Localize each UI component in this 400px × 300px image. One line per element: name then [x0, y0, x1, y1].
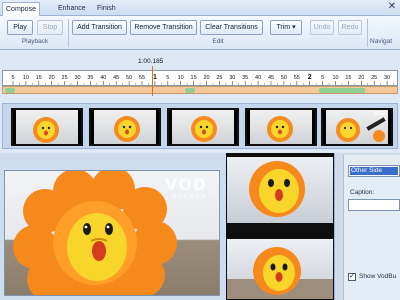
ruler-tick-label: 55: [294, 75, 300, 81]
watermark-burner: BURNER: [171, 193, 207, 201]
navigate-group-label: Navigat: [370, 38, 393, 45]
transition-preview-top[interactable]: [227, 157, 333, 223]
ruler-tick-label: 5: [11, 75, 14, 81]
tab-enhance[interactable]: Enhance: [55, 2, 89, 16]
watermark-vod: VOD: [165, 175, 207, 194]
ruler-tick-label: 10: [178, 75, 184, 81]
ruler-tick-label: 30: [384, 75, 390, 81]
clip-segment[interactable]: [185, 88, 195, 93]
ruler-tick-label: 10: [23, 75, 29, 81]
show-checkbox[interactable]: ✓: [348, 273, 356, 281]
side-select-value: Other Side: [350, 167, 398, 175]
ribbon-divider: [68, 19, 69, 47]
redo-button[interactable]: Redo: [338, 20, 362, 35]
stop-button[interactable]: Stop: [37, 20, 63, 35]
side-select[interactable]: Other Side: [348, 165, 400, 177]
playback-group-label: Playback: [21, 38, 49, 45]
tab-compose[interactable]: Compose: [2, 2, 40, 16]
current-time-label: 1:00.185: [138, 58, 164, 65]
show-checkbox-label: Show VodBu: [359, 273, 397, 280]
clip-track[interactable]: [2, 86, 398, 94]
ruler-tick-label: 40: [255, 75, 261, 81]
add-transition-button[interactable]: Add Transition: [72, 20, 127, 35]
ribbon: Play Stop Playback Add Transition Remove…: [0, 16, 400, 50]
ruler-tick-label: 15: [36, 75, 42, 81]
ruler-tick-label: 1: [153, 74, 157, 81]
undo-button[interactable]: Undo: [310, 20, 334, 35]
ruler-tick-label: 45: [268, 75, 274, 81]
playhead[interactable]: [152, 66, 153, 96]
ruler-tick-label: 30: [229, 75, 235, 81]
trim-label: Trim: [276, 24, 291, 31]
ruler-tick-label: 40: [100, 75, 106, 81]
ruler-tick-label: 50: [126, 75, 132, 81]
ruler-tick-label: 2: [308, 74, 312, 81]
ruler-tick-label: 20: [49, 75, 55, 81]
transition-previews: [226, 153, 334, 300]
clip-segment[interactable]: [5, 88, 15, 93]
ruler-tick-label: 25: [216, 75, 222, 81]
ruler-tick-label: 35: [87, 75, 93, 81]
ruler-ticks: 5 10 15 20 25 30 35 40 45 50 55 1 5 10 15 20 25 30 35 40 45 5…: [11, 74, 394, 85]
ruler-tick-label: 25: [62, 75, 68, 81]
clip-segment[interactable]: [319, 88, 365, 93]
ribbon-divider: [367, 19, 368, 47]
ruler-tick-label: 55: [139, 75, 145, 81]
ruler-tick-label: 20: [203, 75, 209, 81]
clip-thumbnail[interactable]: VOD: [321, 108, 393, 146]
ruler-tick-label: 10: [332, 75, 338, 81]
transition-preview-bottom[interactable]: [227, 239, 333, 299]
ribbon-tab-bar: Compose Enhance Finish ✕: [0, 0, 400, 16]
vod-badge: VOD: [374, 111, 385, 117]
clip-thumbnail[interactable]: [167, 108, 239, 146]
ruler-tick-label: 30: [74, 75, 80, 81]
remove-transition-button[interactable]: Remove Transition: [130, 20, 197, 35]
ruler-tick-label: 15: [345, 75, 351, 81]
main-video-preview[interactable]: VOD BURNER: [4, 170, 220, 296]
ruler-tick-label: 35: [242, 75, 248, 81]
clip-thumbnail[interactable]: [11, 108, 83, 146]
caption-label: Caption:: [350, 189, 375, 196]
chevron-down-icon: ▾: [292, 24, 296, 31]
play-button[interactable]: Play: [7, 20, 33, 35]
ruler-tick-label: 5: [166, 75, 169, 81]
ruler-tick-label: 20: [358, 75, 364, 81]
clip-thumbnail[interactable]: [245, 108, 317, 146]
edit-group-label: Edit: [212, 38, 224, 45]
clear-transitions-button[interactable]: Clear Transitions: [200, 20, 263, 35]
timeline-ruler[interactable]: 5 10 15 20 25 30 35 40 45 50 55 1 5 10 15 20 25 30 35 40 45 5…: [2, 70, 398, 86]
ruler-tick-label: 5: [321, 75, 324, 81]
ruler-tick-label: 45: [113, 75, 119, 81]
close-icon[interactable]: ✕: [386, 1, 398, 13]
trim-dropdown[interactable]: Trim ▾: [270, 20, 302, 35]
ruler-tick-label: 15: [191, 75, 197, 81]
thumbnail-strip: VOD: [2, 103, 398, 149]
tab-finish[interactable]: Finish: [94, 2, 119, 16]
clip-thumbnail[interactable]: [89, 108, 161, 146]
ruler-tick-label: 50: [281, 75, 287, 81]
ruler-tick-label: 25: [371, 75, 377, 81]
caption-input[interactable]: [348, 199, 400, 211]
